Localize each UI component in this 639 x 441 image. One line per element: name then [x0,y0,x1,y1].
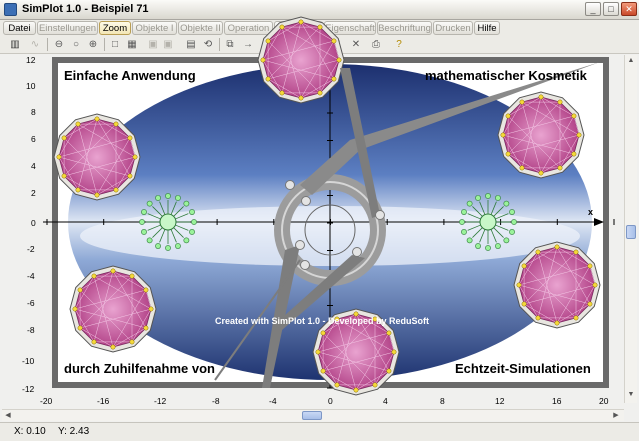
minimize-button[interactable]: _ [585,2,601,16]
table-icon[interactable]: ▤ [184,38,198,51]
y-tick-label: -12 [22,384,35,394]
menu-hilfe[interactable]: Hilfe [474,21,500,35]
x-tick-label: -20 [40,396,53,406]
menu-bar: Datei Einstellungen Zoom Objekte I Objek… [0,20,639,36]
menu-operation[interactable]: Operation [224,21,273,35]
y-tick-label: 8 [31,107,36,117]
menu-einstellungen[interactable]: Einstellungen [37,21,98,35]
x-tick-label: -16 [97,396,110,406]
x-tick-label: -12 [154,396,167,406]
y-tick-label: -8 [27,325,35,335]
function-icon[interactable]: ∿ [28,38,42,51]
menu-darstellen[interactable]: Darstellen [274,21,323,35]
scroll-up-icon[interactable]: ▲ [625,55,637,67]
grid-icon[interactable]: ▦ [125,38,139,51]
toolbar: ▥ ∿ ⊖ ○ ⊕ □ ▦ ▣ ▣ ▤ ⟲ ⧉ → ← ⎘ ✕ ✕ ⎙ ? [0,36,639,54]
copy-icon[interactable]: ⧉ [223,38,237,51]
status-y: Y: 2.43 [58,426,90,437]
zoom-in-icon[interactable]: ⊕ [86,38,100,51]
workspace [0,55,639,409]
y-tick-label: 6 [31,134,36,144]
scroll-down-icon[interactable]: ▼ [625,389,637,401]
scroll-left-icon[interactable]: ◀ [2,410,14,421]
vertical-scrollbar[interactable]: ▲ ▼ [624,55,637,403]
horizontal-scroll-thumb[interactable] [302,411,322,420]
menu-drucken[interactable]: Drucken [433,21,473,35]
toolbar-separator [47,38,48,51]
text-top-right: mathematischer Kosmetik [425,68,587,83]
arrow-left-icon[interactable]: ← [259,38,273,51]
menu-zoom[interactable]: Zoom [99,21,131,35]
toolbar-separator [297,38,298,51]
delete-alt-icon[interactable]: ✕ [349,38,363,51]
app-icon [4,3,17,16]
maximize-button[interactable]: □ [603,2,619,16]
menu-beschriftung[interactable]: Beschriftung [377,21,432,35]
menu-eigenschaft[interactable]: Eigenschaft [324,21,376,35]
title-bar: SimPlot 1.0 - Beispiel 71 _ □ ✕ [0,0,639,20]
x-tick-label: -4 [269,396,277,406]
x-axis-label: x [588,207,594,217]
y-tick-label: -6 [27,298,35,308]
x-tick-label: 8 [440,396,445,406]
select-rect-icon[interactable]: □ [108,38,122,51]
help-icon[interactable]: ? [392,38,406,51]
y-tick-label: 2 [31,188,36,198]
menu-datei[interactable]: Datei [3,21,36,35]
vertical-scroll-thumb[interactable] [626,225,636,239]
close-button[interactable]: ✕ [621,2,637,16]
status-bar: X: 0.10 Y: 2.43 [0,422,639,441]
x-tick-label: 4 [383,396,388,406]
refresh-icon[interactable]: ⟲ [201,38,215,51]
x-tick-label: 12 [495,396,505,406]
page-icon[interactable]: ⎘ [305,38,319,51]
menu-objekte-1[interactable]: Objekte I [132,21,177,35]
x-tick-label: 16 [552,396,562,406]
credit-text: Created with SimPlot 1.0 - Developed by … [215,316,430,326]
print-icon[interactable]: ⎙ [369,38,383,51]
text-bottom-right: Echtzeit-Simulationen [455,361,591,376]
x-tick-label: -8 [212,396,220,406]
toolbar-separator [219,38,220,51]
y-tick-label: 0 [31,218,36,228]
delete-icon[interactable]: ✕ [330,38,344,51]
x-tick-label: 0 [328,396,333,406]
y-tick-label: -10 [22,356,35,366]
scroll-right-icon[interactable]: ▶ [610,410,622,421]
status-x: X: 0.10 [14,426,46,437]
y-tick-label: 4 [31,161,36,171]
text-bottom-left: durch Zuhilfenahme von [64,361,215,376]
y-tick-label: 12 [26,55,36,65]
calculator-icon[interactable]: ▥ [8,38,22,51]
zoom-out-icon[interactable]: ⊖ [52,38,66,51]
text-top-left: Einfache Anwendung [64,68,196,83]
menu-objekte-2[interactable]: Objekte II [178,21,223,35]
toolbar-separator [104,38,105,51]
y-tick-label: -2 [27,244,35,254]
object-icon[interactable]: ▣ [146,38,160,51]
object-alt-icon[interactable]: ▣ [161,38,175,51]
x-tick-label: 20 [599,396,609,406]
y-tick-label: 10 [26,81,36,91]
horizontal-scrollbar[interactable]: ◀ ▶ [2,409,624,421]
zoom-icon[interactable]: ○ [69,38,83,51]
window-title: SimPlot 1.0 - Beispiel 71 [22,3,149,15]
y-tick-label: -4 [27,271,35,281]
arrow-right-icon[interactable]: → [241,38,255,51]
